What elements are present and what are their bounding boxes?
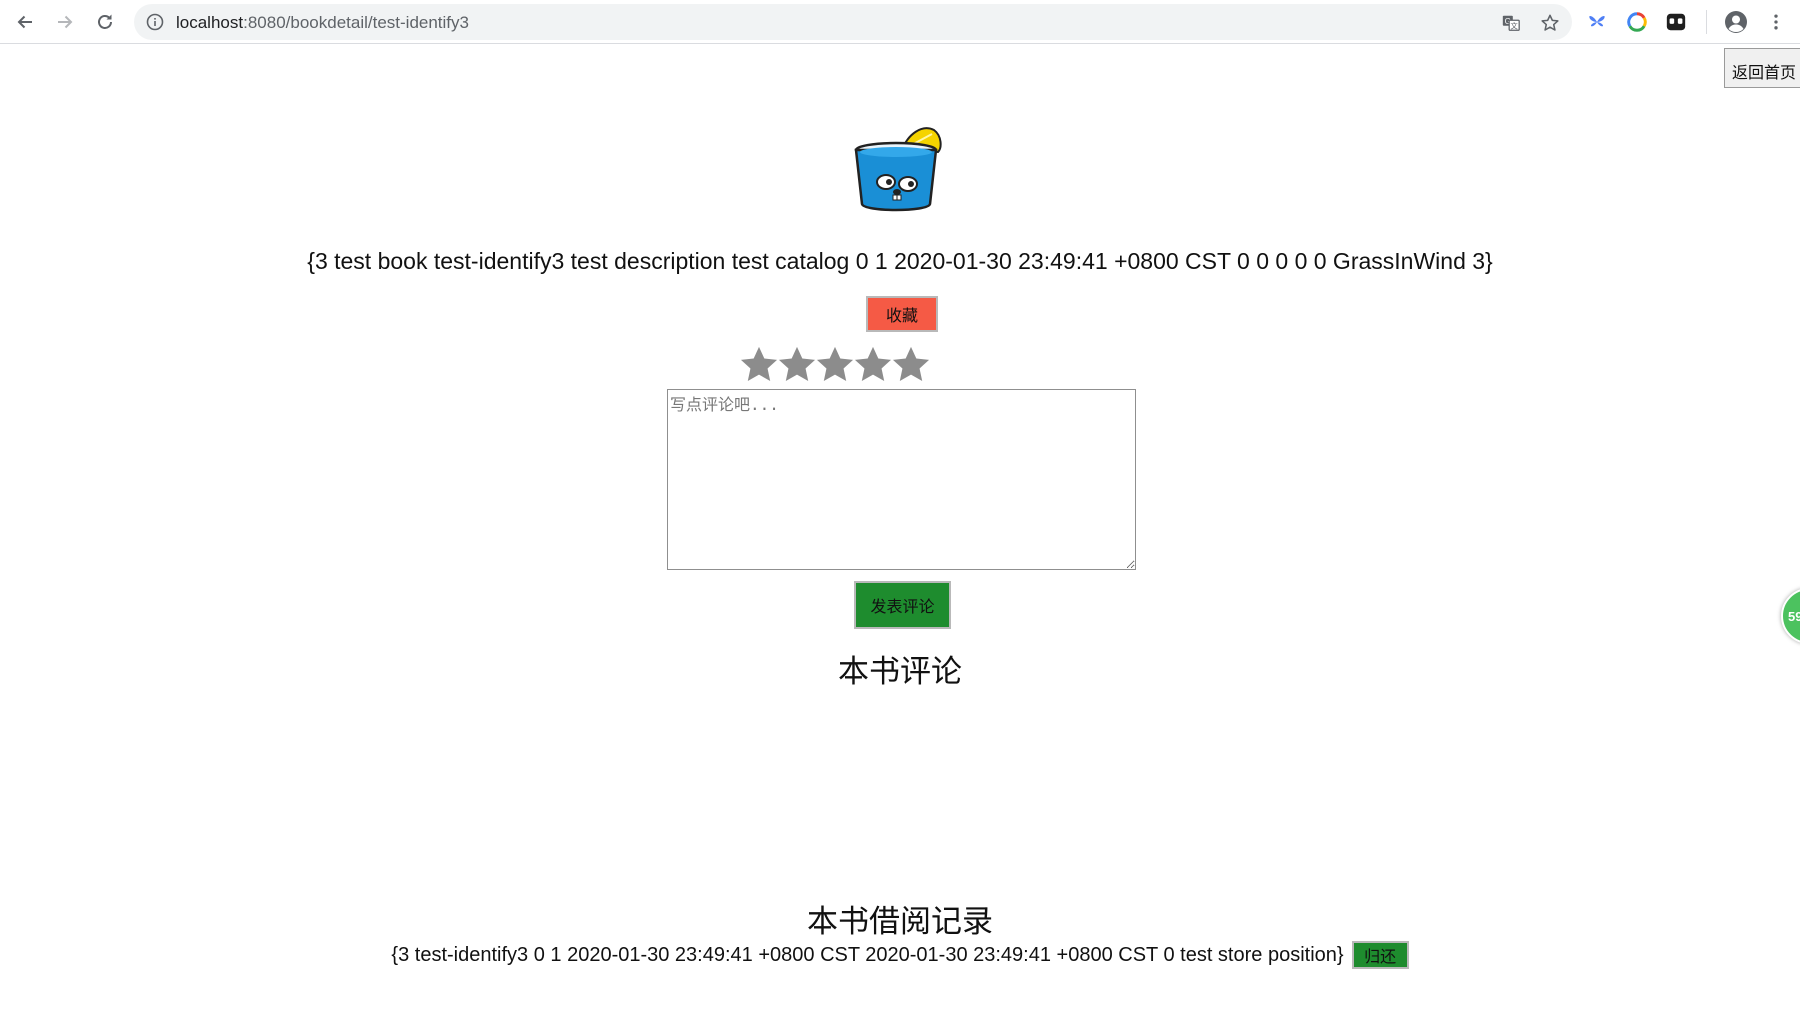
gopher-logo-image	[852, 120, 944, 216]
return-button[interactable]: 归还	[1351, 941, 1409, 969]
forward-button[interactable]	[49, 6, 81, 38]
extension-butterfly-icon[interactable]	[1585, 10, 1609, 34]
star-3-icon[interactable]	[816, 344, 854, 384]
star-2-icon[interactable]	[778, 344, 816, 384]
translate-icon[interactable]: G文	[1500, 12, 1522, 34]
borrow-history-title: 本书借阅记录	[807, 904, 993, 940]
site-info-icon[interactable]	[146, 13, 164, 31]
toolbar-separator	[1706, 10, 1707, 34]
profile-avatar-icon[interactable]	[1724, 10, 1748, 34]
borrow-record-row: {3 test-identify3 0 1 2020-01-30 23:49:4…	[0, 941, 1800, 969]
star-5-icon[interactable]	[892, 344, 930, 384]
home-button[interactable]: 返回首页	[1724, 48, 1800, 88]
extension-color-ring-icon[interactable]	[1625, 10, 1649, 34]
borrow-record-text: {3 test-identify3 0 1 2020-01-30 23:49:4…	[391, 943, 1344, 966]
extension-dark-app-icon[interactable]	[1664, 10, 1688, 34]
star-1-icon[interactable]	[740, 344, 778, 384]
star-4-icon[interactable]	[854, 344, 892, 384]
back-arrow-icon	[17, 15, 32, 29]
book-info-text: {3 test book test-identify3 test descrip…	[307, 248, 1493, 274]
bookmark-star-icon[interactable]	[1539, 12, 1561, 34]
svg-text:文: 文	[1511, 21, 1519, 30]
post-comment-button[interactable]: 发表评论	[854, 581, 951, 629]
address-bar[interactable]: localhost:8080/bookdetail/test-identify3…	[134, 4, 1572, 40]
favorite-button[interactable]: 收藏	[866, 296, 938, 332]
more-menu-icon[interactable]	[1764, 10, 1788, 34]
reload-icon	[98, 14, 112, 29]
reload-button[interactable]	[89, 6, 121, 38]
back-button[interactable]	[9, 6, 41, 38]
forward-arrow-icon	[58, 15, 73, 29]
browser-toolbar: localhost:8080/bookdetail/test-identify3…	[0, 0, 1800, 44]
comments-section-title: 本书评论	[838, 654, 962, 690]
url-text: localhost:8080/bookdetail/test-identify3	[176, 13, 469, 32]
rating-stars	[740, 344, 930, 384]
comment-textarea[interactable]	[667, 389, 1136, 570]
floating-widget[interactable]: 59	[1781, 588, 1800, 644]
